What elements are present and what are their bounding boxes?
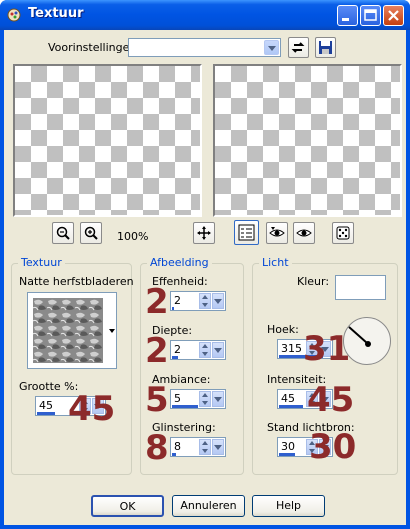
depth-annotation: 2 xyxy=(145,331,169,371)
depth-spinbox[interactable]: 2 xyxy=(170,340,226,360)
spin-arrows-icon[interactable] xyxy=(199,439,211,455)
save-preset-button[interactable] xyxy=(315,37,336,58)
title-bar[interactable]: Textuur xyxy=(0,0,410,30)
textuur-dialog: Textuur Voorinstellingen: 100% Textuur N… xyxy=(0,0,410,529)
zoom-out-button[interactable] xyxy=(52,222,74,244)
presets-label: Voorinstellingen: xyxy=(48,41,141,54)
after-preview xyxy=(213,64,402,217)
elevation-value: 30 xyxy=(281,440,295,453)
texture-name: Natte herfstbladeren xyxy=(19,275,134,288)
light-color-swatch[interactable] xyxy=(335,275,386,300)
size-slider-bar xyxy=(37,412,55,415)
chevron-down-icon[interactable] xyxy=(212,391,224,407)
zoom-in-button[interactable] xyxy=(80,222,102,244)
smoothness-value: 2 xyxy=(174,294,181,307)
smoothness-slider-bar xyxy=(172,307,174,310)
help-button[interactable]: Help xyxy=(252,495,325,517)
dice-icon xyxy=(336,226,350,240)
shine-slider-bar xyxy=(172,453,176,456)
randomize-button[interactable] xyxy=(332,222,354,244)
smoothness-spinbox[interactable]: 2 xyxy=(170,291,226,311)
chevron-down-icon xyxy=(264,40,279,55)
angle-dial[interactable] xyxy=(343,317,391,365)
chevron-down-icon[interactable] xyxy=(212,342,224,358)
presets-dropdown[interactable] xyxy=(128,38,281,57)
ambiance-value: 5 xyxy=(174,392,181,405)
zoom-in-icon xyxy=(84,226,98,240)
texture-swatch xyxy=(33,298,103,363)
floppy-disk-icon xyxy=(319,41,332,54)
dial-needle-icon xyxy=(348,326,371,347)
pan-button[interactable] xyxy=(193,222,215,244)
maximize-button[interactable] xyxy=(360,5,381,26)
smoothness-annotation: 2 xyxy=(145,282,169,322)
cancel-button[interactable]: Annuleren xyxy=(172,495,245,517)
zoom-out-icon xyxy=(56,226,70,240)
minimize-icon xyxy=(342,18,349,21)
light-group-title: Licht xyxy=(259,256,292,269)
chevron-down-icon[interactable] xyxy=(212,439,224,455)
app-icon xyxy=(7,8,21,22)
zoom-level: 100% xyxy=(117,230,149,243)
triangle-down-icon xyxy=(109,329,115,333)
before-preview[interactable] xyxy=(13,64,202,217)
ambiance-slider-bar xyxy=(172,405,198,408)
elevation-annotation: 30 xyxy=(309,427,357,467)
angle-label: Hoek: xyxy=(267,323,299,336)
eye-arrow-icon xyxy=(269,227,285,237)
spin-arrows-icon[interactable] xyxy=(199,293,211,309)
reset-icon xyxy=(291,42,305,53)
minimize-button[interactable] xyxy=(337,5,358,26)
ambiance-annotation: 5 xyxy=(145,380,169,420)
image-group-title: Afbeelding xyxy=(147,256,212,269)
depth-value: 2 xyxy=(174,343,181,356)
eye-icon xyxy=(296,229,312,237)
depth-slider-bar xyxy=(172,356,178,359)
intensity-annotation: 45 xyxy=(307,380,355,420)
window-title: Textuur xyxy=(28,6,84,21)
maximize-icon xyxy=(364,9,377,21)
list-icon xyxy=(238,224,255,241)
size-annotation: 45 xyxy=(68,389,116,429)
preview-on-image-button[interactable] xyxy=(293,222,315,244)
texture-group-title: Textuur xyxy=(18,256,65,269)
spin-arrows-icon[interactable] xyxy=(199,342,211,358)
texture-picker[interactable] xyxy=(27,292,117,369)
elevation-slider-bar xyxy=(279,453,295,456)
angle-value: 315 xyxy=(281,342,302,355)
close-icon xyxy=(388,10,399,21)
reset-preset-button[interactable] xyxy=(288,37,309,58)
dialog-body: Voorinstellingen: 100% Textuur Natte her… xyxy=(4,30,406,525)
close-button[interactable] xyxy=(383,5,404,26)
shine-value: 8 xyxy=(174,440,181,453)
ok-button[interactable]: OK xyxy=(91,495,164,517)
spin-arrows-icon[interactable] xyxy=(199,391,211,407)
move-icon xyxy=(197,226,211,240)
chevron-down-icon[interactable] xyxy=(212,293,224,309)
ambiance-spinbox[interactable]: 5 xyxy=(170,389,226,409)
color-label: Kleur: xyxy=(297,275,330,288)
intensity-slider-bar xyxy=(279,405,303,408)
show-preview-button[interactable] xyxy=(266,222,288,244)
proof-toggle-button[interactable] xyxy=(234,220,259,245)
shine-spinbox[interactable]: 8 xyxy=(170,437,226,457)
shine-annotation: 8 xyxy=(145,428,169,468)
size-value: 45 xyxy=(39,399,53,412)
intensity-value: 45 xyxy=(281,392,295,405)
